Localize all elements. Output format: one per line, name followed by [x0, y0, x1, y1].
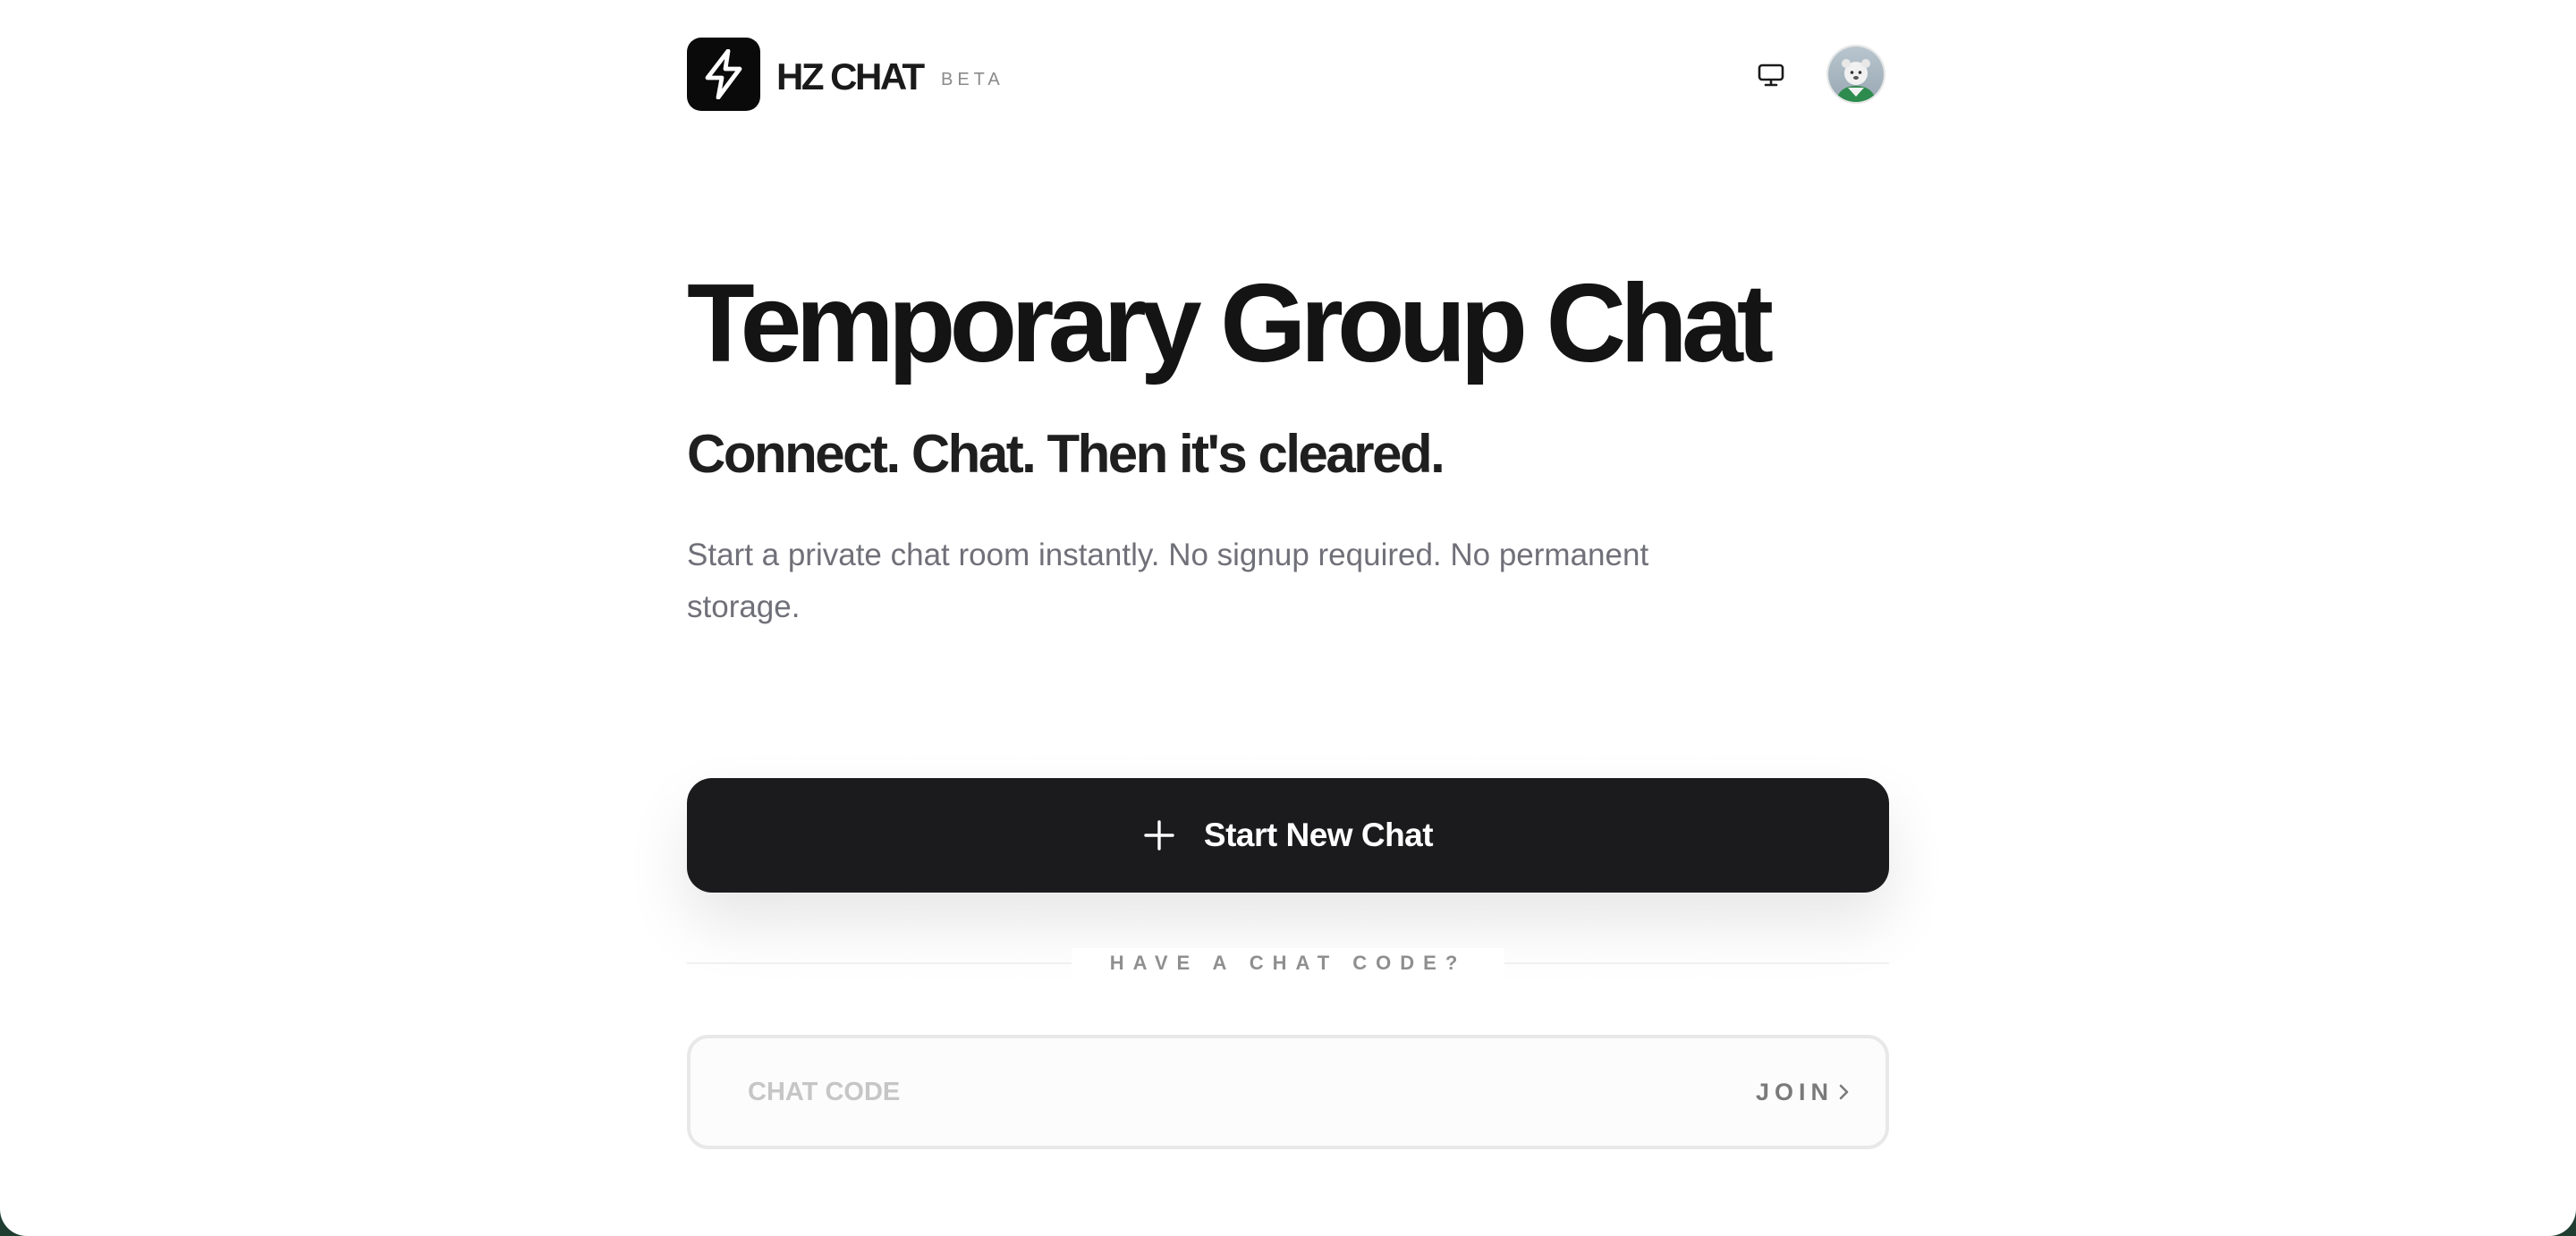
theme-toggle-button[interactable] [1751, 55, 1791, 95]
page-title: Temporary Group Chat [687, 262, 1774, 385]
join-button[interactable]: JOIN [1756, 1072, 1852, 1112]
join-label: JOIN [1755, 1078, 1834, 1105]
chat-code-field: JOIN [687, 1035, 1889, 1149]
beta-badge: BETA [941, 70, 1004, 89]
logo[interactable] [687, 38, 760, 111]
user-avatar[interactable] [1826, 45, 1885, 104]
chevron-right-icon [1839, 1084, 1849, 1100]
avatar-image [1828, 47, 1884, 102]
app-header: HZ CHAT BETA [687, 38, 1889, 113]
chat-code-divider-label: HAVE A CHAT CODE? [1072, 948, 1504, 978]
monitor-icon [1758, 63, 1784, 87]
chat-code-input[interactable] [748, 1063, 1642, 1121]
plus-icon [1143, 819, 1175, 851]
lightning-bolt-icon [705, 49, 742, 99]
start-new-chat-label: Start New Chat [1203, 817, 1434, 853]
page-subtitle: Connect. Chat. Then it's cleared. [687, 424, 1445, 484]
brand-name: HZ CHAT [776, 55, 925, 97]
page: HZ CHAT BETA Temporary Group Chat Connec… [0, 0, 2576, 1236]
page-description: Start a private chat room instantly. No … [687, 538, 1649, 624]
start-new-chat-button[interactable]: Start New Chat [687, 778, 1889, 893]
